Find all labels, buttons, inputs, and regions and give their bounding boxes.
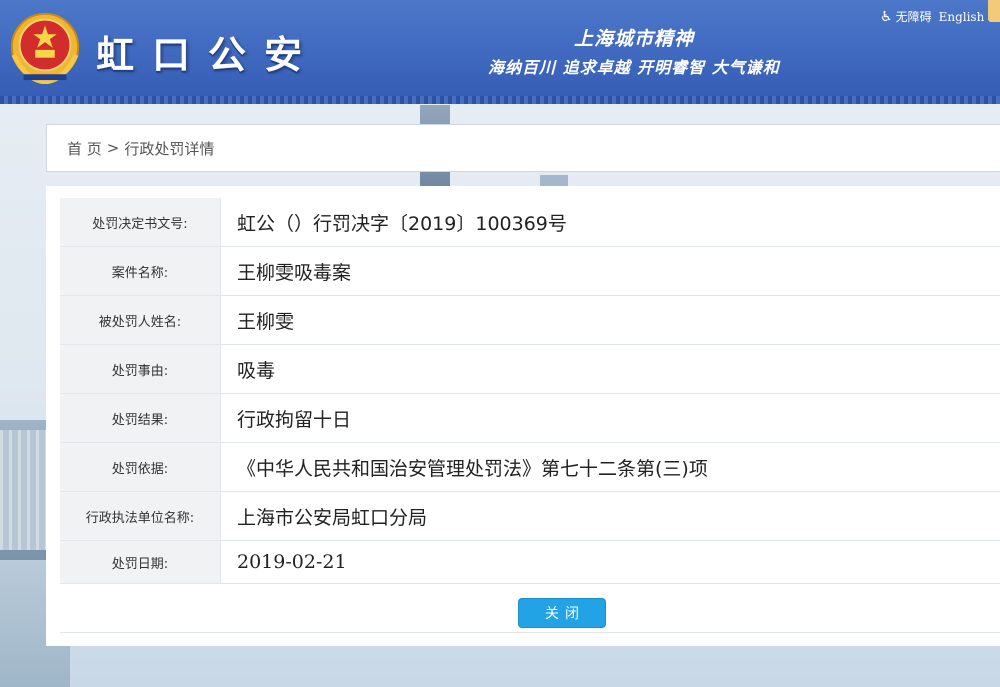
breadcrumb-separator: > <box>106 139 120 157</box>
detail-row-decision-number: 处罚决定书文号: 虹公（）行罚决字〔2019〕100369号 <box>60 198 1000 247</box>
corner-tab[interactable] <box>988 0 1000 22</box>
detail-label: 被处罚人姓名: <box>60 295 221 345</box>
detail-label: 处罚依据: <box>60 442 221 492</box>
wheelchair-icon[interactable]: ♿ <box>880 9 893 25</box>
detail-row-case-name: 案件名称: 王柳雯吸毒案 <box>60 246 1000 296</box>
detail-label: 处罚决定书文号: <box>60 198 221 247</box>
detail-value: 虹公（）行罚决字〔2019〕100369号 <box>220 198 1000 247</box>
detail-value: 2019-02-21 <box>220 540 1000 584</box>
accessibility-link[interactable]: 无障碍 <box>896 8 932 25</box>
detail-label: 处罚日期: <box>60 540 221 584</box>
breadcrumb-home-link[interactable]: 首 页 <box>67 138 102 159</box>
penalty-detail-table: 处罚决定书文号: 虹公（）行罚决字〔2019〕100369号 案件名称: 王柳雯… <box>60 198 1000 584</box>
detail-label: 处罚事由: <box>60 344 221 394</box>
detail-value: 上海市公安局虹口分局 <box>220 491 1000 541</box>
detail-value: 吸毒 <box>220 344 1000 394</box>
english-link[interactable]: English <box>939 10 985 24</box>
detail-row-date: 处罚日期: 2019-02-21 <box>60 540 1000 584</box>
detail-label: 行政执法单位名称: <box>60 491 221 541</box>
police-emblem-icon[interactable] <box>6 6 84 84</box>
breadcrumb: 首 页 > 行政处罚详情 <box>46 124 1000 172</box>
detail-row-reason: 处罚事由: 吸毒 <box>60 344 1000 394</box>
site-title[interactable]: 虹口公安 <box>96 24 320 79</box>
site-header: 虹口公安 上海城市精神 海纳百川 追求卓越 开明睿智 大气谦和 ♿ 无障碍 En… <box>0 0 1000 104</box>
detail-value: 《中华人民共和国治安管理处罚法》第七十二条第(三)项 <box>220 442 1000 492</box>
breadcrumb-current: 行政处罚详情 <box>124 139 215 158</box>
detail-row-enforcement-unit: 行政执法单位名称: 上海市公安局虹口分局 <box>60 491 1000 541</box>
detail-row-legal-basis: 处罚依据: 《中华人民共和国治安管理处罚法》第七十二条第(三)项 <box>60 442 1000 492</box>
close-button[interactable]: 关闭 <box>518 598 606 628</box>
detail-label: 处罚结果: <box>60 393 221 443</box>
header-links: ♿ 无障碍 English <box>880 8 984 25</box>
detail-row-result: 处罚结果: 行政拘留十日 <box>60 393 1000 443</box>
city-spirit-slogan: 海纳百川 追求卓越 开明睿智 大气谦和 <box>488 58 780 77</box>
city-spirit-title: 上海城市精神 <box>574 28 695 50</box>
detail-label: 案件名称: <box>60 246 221 296</box>
detail-value: 王柳雯吸毒案 <box>220 246 1000 296</box>
detail-row-person-name: 被处罚人姓名: 王柳雯 <box>60 295 1000 345</box>
detail-value: 行政拘留十日 <box>220 393 1000 443</box>
penalty-detail-panel: 处罚决定书文号: 虹公（）行罚决字〔2019〕100369号 案件名称: 王柳雯… <box>46 186 1000 646</box>
detail-value: 王柳雯 <box>220 295 1000 345</box>
divider <box>60 632 1000 633</box>
